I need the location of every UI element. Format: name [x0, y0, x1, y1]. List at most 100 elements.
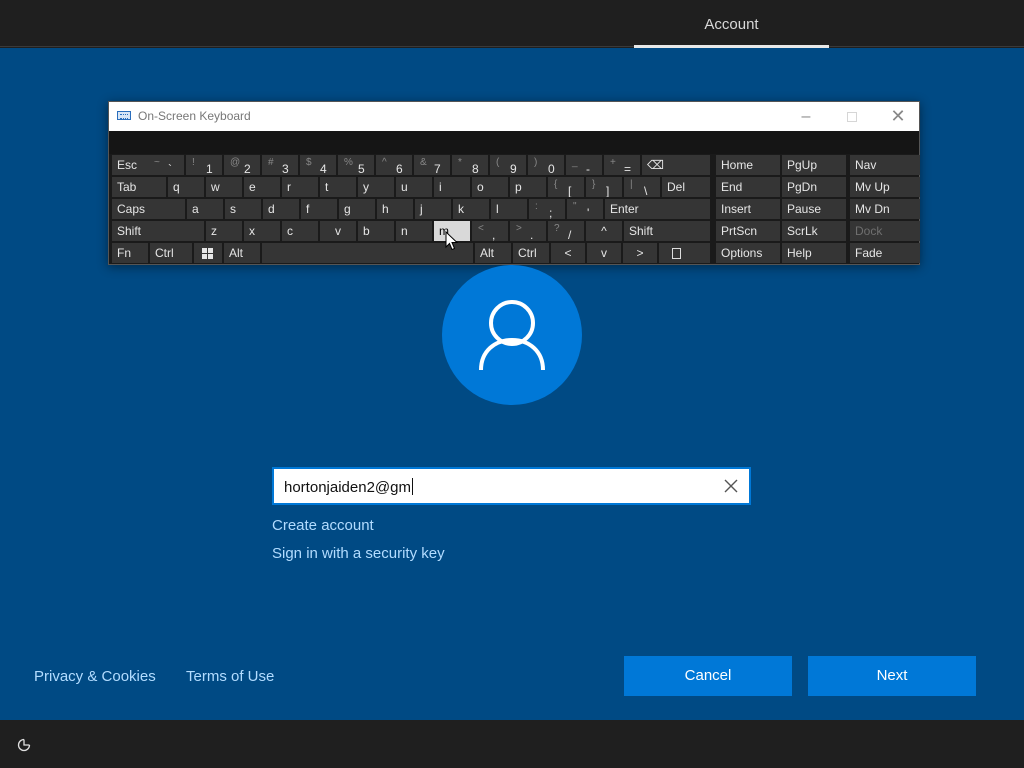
key-shift-label: < [478, 223, 484, 234]
key-6[interactable]: ^ 6 [376, 155, 412, 175]
key-3[interactable]: #3 [262, 155, 298, 175]
clear-text-icon[interactable] [720, 475, 742, 497]
privacy-cookies-link[interactable]: Privacy & Cookies [34, 668, 156, 685]
key-help[interactable]: Help [782, 243, 846, 263]
key-l[interactable]: l [491, 199, 527, 219]
key-alt[interactable]: Alt [475, 243, 511, 263]
maximize-button[interactable] [829, 102, 875, 131]
email-field[interactable]: hortonjaiden2@gm [272, 467, 751, 505]
key-q[interactable]: q [168, 177, 204, 197]
key-0[interactable]: ) 0 [528, 155, 564, 175]
maximize-icon [847, 111, 857, 122]
key-;[interactable]: :; [529, 199, 565, 219]
key-,[interactable]: <, [472, 221, 508, 241]
key-pgdn[interactable]: PgDn [782, 177, 846, 197]
key-w[interactable]: w [206, 177, 242, 197]
key-insert[interactable]: Insert [716, 199, 780, 219]
terms-of-use-link[interactable]: Terms of Use [186, 668, 274, 685]
key-shift-label: _ [572, 157, 578, 168]
key-caps[interactable]: Caps [112, 199, 185, 219]
key-mvdn[interactable]: Mv Dn [850, 199, 920, 219]
key-2[interactable]: @2 [224, 155, 260, 175]
key-.[interactable]: >. [510, 221, 546, 241]
key-[interactable]: ⌫ [642, 155, 710, 175]
tab-account[interactable]: Account [634, 0, 829, 48]
ease-of-access-icon[interactable] [16, 737, 32, 753]
key-k[interactable]: k [453, 199, 489, 219]
key-4[interactable]: $4 [300, 155, 336, 175]
key-end[interactable]: End [716, 177, 780, 197]
key-8[interactable]: * 8 [452, 155, 488, 175]
key-a[interactable]: a [187, 199, 223, 219]
key-fn[interactable]: Fn [112, 243, 148, 263]
key-alt[interactable]: Alt [224, 243, 260, 263]
key-space[interactable] [262, 243, 473, 263]
key-d[interactable]: d [263, 199, 299, 219]
key-[interactable]: ^ [586, 221, 622, 241]
key-'[interactable]: " ' [567, 199, 603, 219]
next-button[interactable]: Next [808, 656, 976, 696]
key-\[interactable]: | \ [624, 177, 660, 197]
key-prtscn[interactable]: PrtScn [716, 221, 780, 241]
key-pause[interactable]: Pause [782, 199, 846, 219]
key-e[interactable]: e [244, 177, 280, 197]
key-i[interactable]: i [434, 177, 470, 197]
key-/[interactable]: ? / [548, 221, 584, 241]
key-`[interactable]: ~ ` [148, 155, 184, 175]
key-t[interactable]: t [320, 177, 356, 197]
key-v[interactable]: v [320, 221, 356, 241]
cancel-button[interactable]: Cancel [624, 656, 792, 696]
key-b[interactable]: b [358, 221, 394, 241]
close-button[interactable]: ✕ [875, 102, 921, 131]
key-[[interactable]: {[ [548, 177, 584, 197]
key-windows[interactable] [194, 243, 222, 263]
key-pgup[interactable]: PgUp [782, 155, 846, 175]
key-[interactable]: > [623, 243, 657, 263]
key-u[interactable]: u [396, 177, 432, 197]
key-z[interactable]: z [206, 221, 242, 241]
key-shift[interactable]: Shift [112, 221, 204, 241]
osk-title: On-Screen Keyboard [138, 109, 251, 123]
key-5[interactable]: % 5 [338, 155, 374, 175]
key-scrlk[interactable]: ScrLk [782, 221, 846, 241]
key-r[interactable]: r [282, 177, 318, 197]
key-nav[interactable]: Nav [850, 155, 920, 175]
key-del[interactable]: Del [662, 177, 710, 197]
key-n[interactable]: n [396, 221, 432, 241]
key-dock[interactable]: Dock [850, 221, 920, 241]
key-enter[interactable]: Enter [605, 199, 710, 219]
key-c[interactable]: c [282, 221, 318, 241]
key-1[interactable]: ! 1 [186, 155, 222, 175]
key-9[interactable]: (9 [490, 155, 526, 175]
key-ctrl[interactable]: Ctrl [513, 243, 549, 263]
key-mvup[interactable]: Mv Up [850, 177, 920, 197]
key-x[interactable]: x [244, 221, 280, 241]
key-p[interactable]: p [510, 177, 546, 197]
key-home[interactable]: Home [716, 155, 780, 175]
key-j[interactable]: j [415, 199, 451, 219]
key-=[interactable]: + = [604, 155, 640, 175]
key-y[interactable]: y [358, 177, 394, 197]
key-label: 3 [282, 162, 289, 175]
minimize-button[interactable]: – [783, 102, 829, 131]
key-ctrl[interactable]: Ctrl [150, 243, 192, 263]
key-v[interactable]: v [587, 243, 621, 263]
key-tab[interactable]: Tab [112, 177, 166, 197]
key-menu[interactable] [659, 243, 710, 263]
key-[interactable]: < [551, 243, 585, 263]
key-options[interactable]: Options [716, 243, 780, 263]
key-f[interactable]: f [301, 199, 337, 219]
create-account-link[interactable]: Create account [272, 517, 374, 534]
key-7[interactable]: & 7 [414, 155, 450, 175]
key-h[interactable]: h [377, 199, 413, 219]
key-g[interactable]: g [339, 199, 375, 219]
key-shift[interactable]: Shift [624, 221, 710, 241]
osk-title-bar[interactable]: On-Screen Keyboard – ✕ [109, 102, 919, 131]
key-][interactable]: }] [586, 177, 622, 197]
key-fade[interactable]: Fade [850, 243, 920, 263]
key--[interactable]: _ - [566, 155, 602, 175]
key-esc[interactable]: Esc [112, 155, 148, 175]
security-key-link[interactable]: Sign in with a security key [272, 545, 445, 562]
key-o[interactable]: o [472, 177, 508, 197]
key-s[interactable]: s [225, 199, 261, 219]
